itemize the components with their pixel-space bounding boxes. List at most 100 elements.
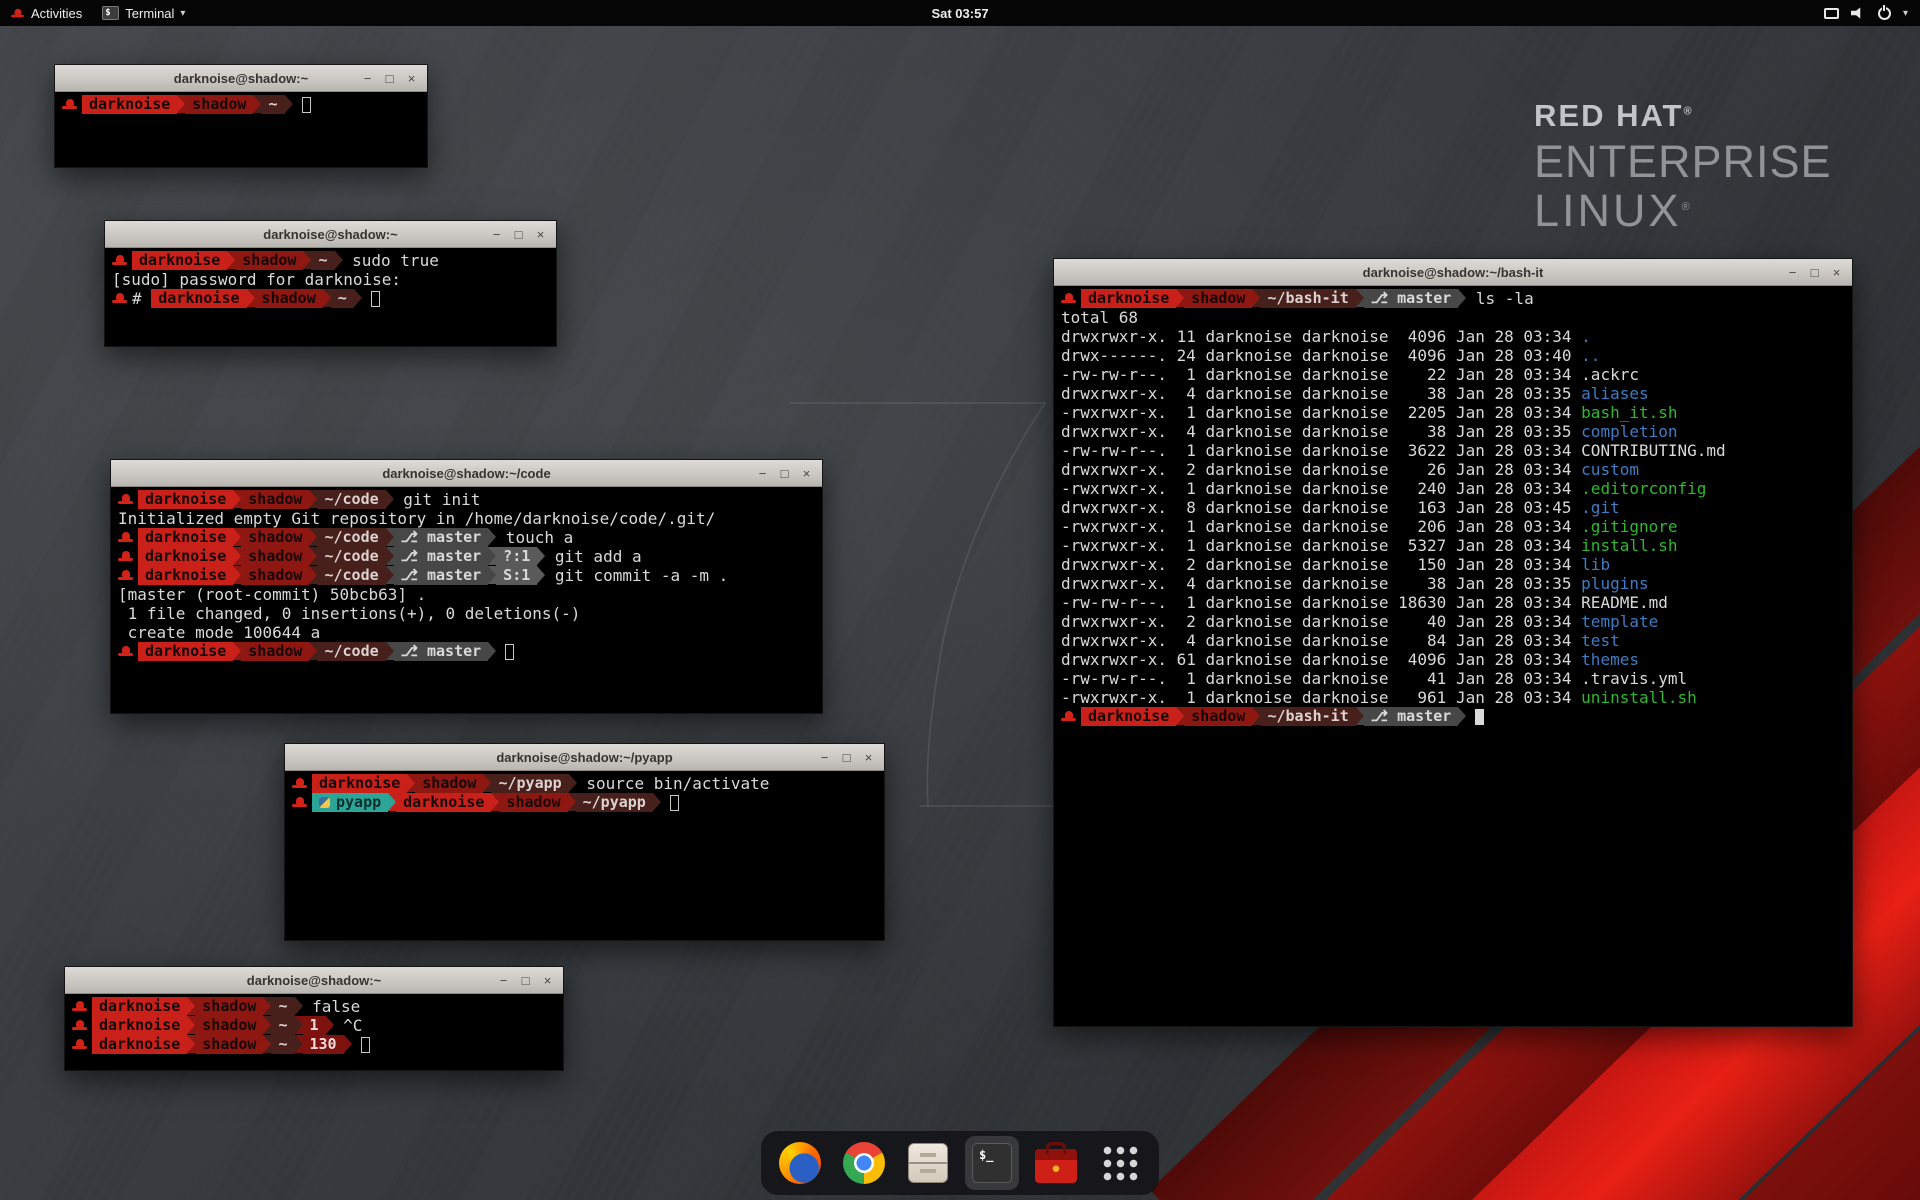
file-name: . (1581, 327, 1591, 346)
prompt-segment-path: ~/bash-it (1260, 289, 1355, 308)
maximize-button[interactable]: □ (837, 748, 856, 767)
terminal-content[interactable]: darknoiseshadow~ (55, 92, 427, 167)
window-title: darknoise@shadow:~ (65, 973, 563, 988)
file-name: install.sh (1581, 536, 1677, 555)
redhat-prompt-icon (72, 1038, 87, 1051)
close-button[interactable]: × (797, 464, 816, 483)
terminal-line: darknoiseshadow~ false (72, 997, 556, 1016)
terminal-line: darknoiseshadow~1 ^C (72, 1016, 556, 1035)
prompt-segment-user: darknoise (138, 547, 233, 566)
maximize-button[interactable]: □ (380, 69, 399, 88)
dock-item-firefox[interactable] (773, 1136, 827, 1190)
powerline-separator-icon (537, 566, 545, 584)
terminal-window-sudo[interactable]: darknoise@shadow:~ − □ × darknoiseshadow… (104, 220, 557, 347)
minimize-button[interactable]: − (487, 225, 506, 244)
maximize-button[interactable]: □ (516, 971, 535, 990)
window-titlebar[interactable]: darknoise@shadow:~/bash-it − □ × (1054, 259, 1852, 286)
prompt-segment-path: ~/pyapp (491, 774, 568, 793)
prompt-segment-git: ⎇ master (394, 528, 489, 547)
dock-item-chrome[interactable] (837, 1136, 891, 1190)
dock-item-app-grid[interactable] (1093, 1136, 1147, 1190)
prompt-segment-user: darknoise (1081, 707, 1176, 726)
powerline-separator-icon (187, 997, 195, 1015)
terminal-content[interactable]: darknoiseshadow~/pyapp source bin/activa… (285, 771, 884, 940)
prompt-segment-host: shadow (255, 289, 323, 308)
file-name: completion (1581, 422, 1677, 441)
terminal-window-pyapp[interactable]: darknoise@shadow:~/pyapp − □ × darknoise… (284, 743, 885, 941)
prompt-segment-path: ~/pyapp (576, 793, 653, 812)
minimize-button[interactable]: − (753, 464, 772, 483)
powerline-separator-icon (233, 528, 241, 546)
files-icon (908, 1143, 948, 1183)
registered-mark: ® (1682, 201, 1693, 213)
terminal-content[interactable]: darknoiseshadow~/code git initInitialize… (111, 487, 822, 713)
close-button[interactable]: × (402, 69, 421, 88)
terminal-window-code[interactable]: darknoise@shadow:~/code − □ × darknoises… (110, 459, 823, 714)
prompt-segment-err: 1 (303, 1016, 326, 1035)
terminal-window-home-1[interactable]: darknoise@shadow:~ − □ × darknoiseshadow… (54, 64, 428, 168)
powerline-separator-icon (488, 642, 496, 660)
prompt-segment-git2: ?:1 (496, 547, 537, 566)
close-button[interactable]: × (531, 225, 550, 244)
window-titlebar[interactable]: darknoise@shadow:~ − □ × (55, 65, 427, 92)
minimize-button[interactable]: − (815, 748, 834, 767)
ls-output-line: drwxrwxr-x. 2 darknoise darknoise 40 Jan… (1061, 612, 1845, 631)
powerline-separator-icon (326, 1016, 334, 1034)
maximize-button[interactable]: □ (509, 225, 528, 244)
terminal-window-exit-codes[interactable]: darknoise@shadow:~ − □ × darknoiseshadow… (64, 966, 564, 1071)
powerline-separator-icon (303, 251, 311, 269)
powerline-separator-icon (386, 566, 394, 584)
minimize-button[interactable]: − (358, 69, 377, 88)
terminal-output-line: [master (root-commit) 50bcb63] . (118, 585, 815, 604)
prompt-segment-host: shadow (195, 997, 263, 1016)
minimize-button[interactable]: − (1783, 263, 1802, 282)
minimize-button[interactable]: − (494, 971, 513, 990)
ls-output-line: -rwxrwxr-x. 1 darknoise darknoise 961 Ja… (1061, 688, 1845, 707)
prompt-segment-user: darknoise (92, 997, 187, 1016)
window-title: darknoise@shadow:~/pyapp (285, 750, 884, 765)
powerline-separator-icon (1252, 289, 1260, 307)
file-name: custom (1581, 460, 1639, 479)
ls-output-line: drwx------. 24 darknoise darknoise 4096 … (1061, 346, 1845, 365)
window-titlebar[interactable]: darknoise@shadow:~/pyapp − □ × (285, 744, 884, 771)
ls-output-line: drwxrwxr-x. 4 darknoise darknoise 38 Jan… (1061, 384, 1845, 403)
powerline-separator-icon (488, 547, 496, 565)
window-title: darknoise@shadow:~/code (111, 466, 822, 481)
system-status-area[interactable]: ▾ (1812, 0, 1920, 26)
terminal-content[interactable]: darknoiseshadow~/bash-it⎇ master ls -lat… (1054, 286, 1852, 1026)
ls-output-line: -rw-rw-r--. 1 darknoise darknoise 22 Jan… (1061, 365, 1845, 384)
file-name: lib (1581, 555, 1610, 574)
terminal-line: pyappdarknoiseshadow~/pyapp (292, 793, 877, 812)
powerline-separator-icon (309, 642, 317, 660)
dock-item-files[interactable] (901, 1136, 955, 1190)
dock-item-toolbox[interactable] (1029, 1136, 1083, 1190)
prompt-segment-user: darknoise (92, 1035, 187, 1054)
close-button[interactable]: × (538, 971, 557, 990)
clock[interactable]: Sat 03:57 (0, 6, 1920, 21)
powerline-separator-icon (491, 793, 499, 811)
activities-button[interactable]: Activities (0, 0, 92, 26)
window-titlebar[interactable]: darknoise@shadow:~ − □ × (105, 221, 556, 248)
app-menu-terminal[interactable]: $ Terminal ▾ (92, 0, 195, 26)
close-button[interactable]: × (1827, 263, 1846, 282)
ls-output-line: -rw-rw-r--. 1 darknoise darknoise 41 Jan… (1061, 669, 1845, 688)
terminal-content[interactable]: darknoiseshadow~ falsedarknoiseshadow~1 … (65, 994, 563, 1070)
window-titlebar[interactable]: darknoise@shadow:~ − □ × (65, 967, 563, 994)
powerline-separator-icon (1458, 707, 1466, 725)
prompt-segment-err: 130 (303, 1035, 344, 1054)
maximize-button[interactable]: □ (1805, 263, 1824, 282)
terminal-output-line: create mode 100644 a (118, 623, 815, 642)
close-button[interactable]: × (859, 748, 878, 767)
terminal-cursor (371, 291, 380, 307)
prompt-segment-user: darknoise (312, 774, 407, 793)
terminal-content[interactable]: darknoiseshadow~ sudo true[sudo] passwor… (105, 248, 556, 346)
firefox-icon (779, 1142, 821, 1184)
ls-output-line: drwxrwxr-x. 2 darknoise darknoise 150 Ja… (1061, 555, 1845, 574)
window-titlebar[interactable]: darknoise@shadow:~/code − □ × (111, 460, 822, 487)
command-text: ^C (334, 1016, 363, 1035)
dock-item-terminal[interactable]: $_ (965, 1136, 1019, 1190)
maximize-button[interactable]: □ (775, 464, 794, 483)
rhel-logo: RED HAT® ENTERPRISE LINUX® (1534, 100, 1832, 233)
terminal-window-bash-it[interactable]: darknoise@shadow:~/bash-it − □ × darknoi… (1053, 258, 1853, 1027)
powerline-separator-icon (309, 490, 317, 508)
